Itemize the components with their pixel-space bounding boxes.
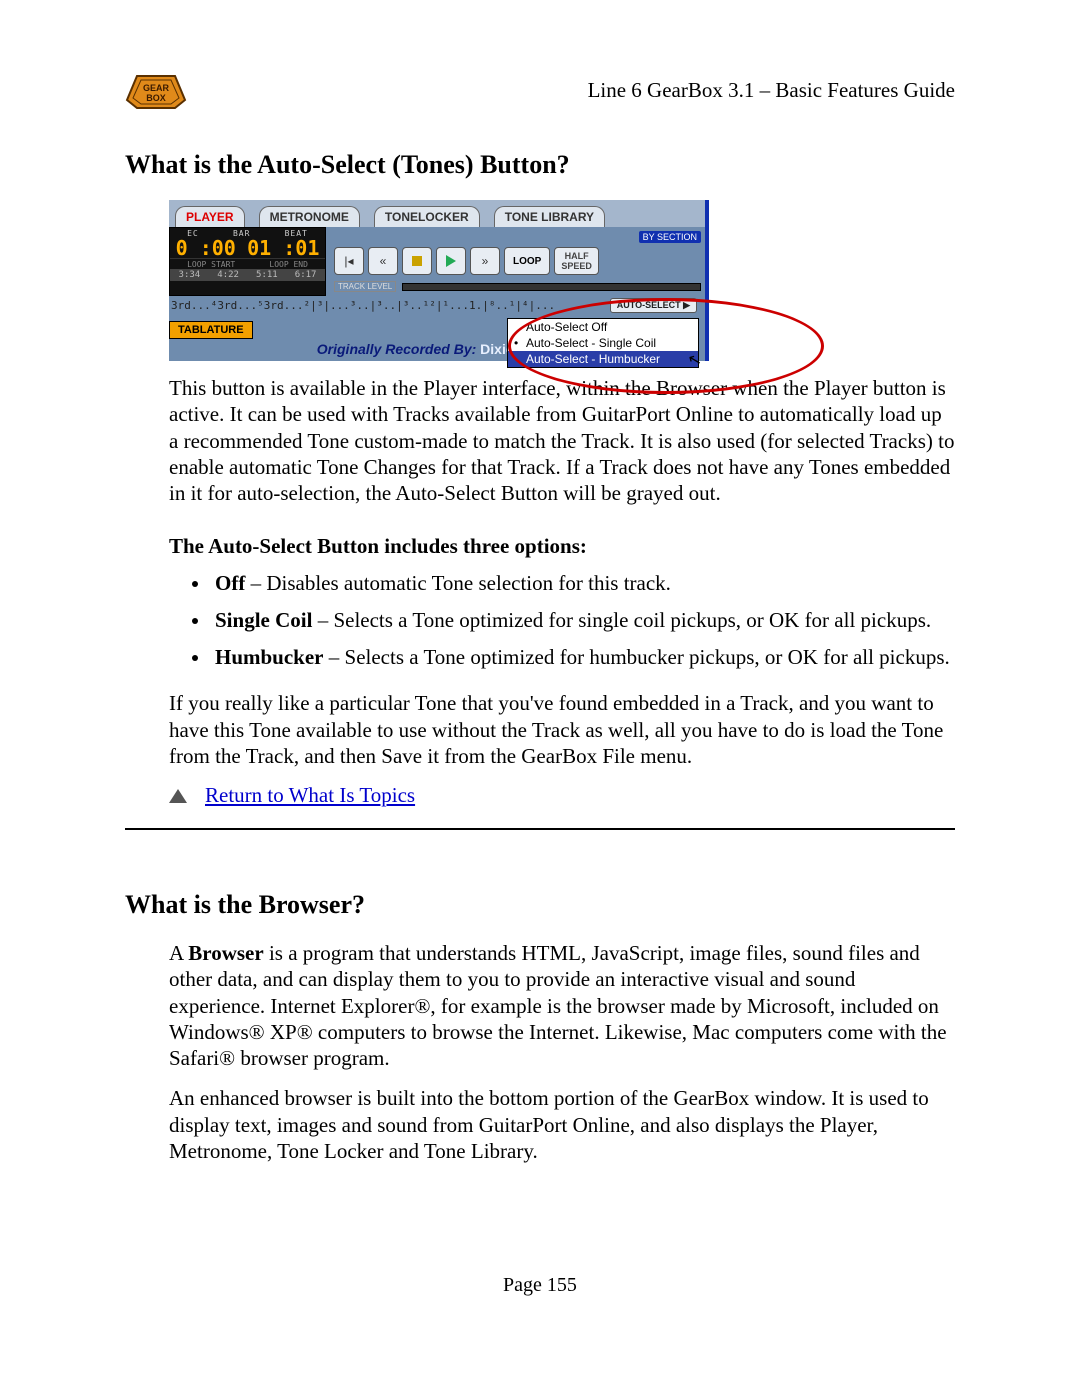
auto-select-description: This button is available in the Player i… <box>169 375 955 506</box>
auto-select-button[interactable]: AUTO-SELECT ▶ <box>610 298 697 313</box>
option-humbucker-label: Humbucker <box>215 645 324 669</box>
auto-select-menu-single-coil[interactable]: Auto-Select - Single Coil <box>508 335 698 351</box>
lcd-foot-3: 5:11 <box>256 270 278 280</box>
lcd-loop-end: LOOP END <box>269 260 308 269</box>
lcd-loop-start: LOOP START <box>187 260 235 269</box>
rewind-button[interactable]: « <box>368 247 398 275</box>
auto-select-menu[interactable]: Auto-Select Off Auto-Select - Single Coi… <box>507 318 699 368</box>
half-speed-button[interactable]: HALF SPEED <box>554 247 599 275</box>
option-single-coil-text: – Selects a Tone optimized for single co… <box>312 608 931 632</box>
lcd-foot-2: 4:22 <box>217 270 239 280</box>
option-off-label: Off <box>215 571 245 595</box>
play-button[interactable] <box>436 247 466 275</box>
skip-start-button[interactable]: |◂ <box>334 247 364 275</box>
by-section-toggle[interactable]: BY SECTION <box>639 231 701 243</box>
stop-button[interactable] <box>402 247 432 275</box>
tab-player[interactable]: PLAYER <box>175 206 245 227</box>
track-level-slider[interactable] <box>402 283 701 291</box>
tab-metronome[interactable]: METRONOME <box>259 206 360 227</box>
section-heading-browser: What is the Browser? <box>125 890 955 920</box>
options-subheading: The Auto-Select Button includes three op… <box>169 534 955 559</box>
lcd-time: 0 :00 <box>176 238 236 258</box>
svg-text:BOX: BOX <box>146 93 166 103</box>
tab-tone-library[interactable]: TONE LIBRARY <box>494 206 605 227</box>
option-off-text: – Disables automatic Tone selection for … <box>245 571 671 595</box>
time-display: EC BAR BEAT 0 :00 01 :01 LOOP START LOOP… <box>169 227 326 296</box>
browser-para1-pre: A <box>169 941 188 965</box>
section-scale: 3rd...⁴3rd...⁵3rd...²|³|...³..|³..|³..¹²… <box>171 299 555 312</box>
lcd-foot-4: 6:17 <box>295 270 317 280</box>
auto-select-save-tip: If you really like a particular Tone tha… <box>169 690 955 769</box>
half-speed-line1: HALF <box>561 251 592 261</box>
orig-label: Originally Recorded By: <box>317 341 480 357</box>
track-level-label: TRACK LEVEL <box>334 281 396 292</box>
svg-text:GEAR: GEAR <box>143 83 170 93</box>
player-ui-figure: PLAYER METRONOME TONELOCKER TONE LIBRARY… <box>169 200 709 361</box>
lcd-barbeat: 01 :01 <box>247 238 319 258</box>
gearbox-logo: GEAR BOX <box>125 70 187 110</box>
auto-select-menu-humbucker[interactable]: Auto-Select - Humbucker <box>508 351 698 367</box>
half-speed-line2: SPEED <box>561 261 592 271</box>
lcd-foot-1: 3:34 <box>179 270 201 280</box>
option-single-coil: Single Coil – Selects a Tone optimized f… <box>211 608 955 633</box>
browser-para-1: A Browser is a program that understands … <box>169 940 955 1071</box>
browser-para-2: An enhanced browser is built into the bo… <box>169 1085 955 1164</box>
section-divider <box>125 828 955 830</box>
option-off: Off – Disables automatic Tone selection … <box>211 571 955 596</box>
page-number: Page 155 <box>0 1274 1080 1297</box>
fast-forward-button[interactable]: » <box>470 247 500 275</box>
return-to-topics-link[interactable]: Return to What Is Topics <box>205 783 415 808</box>
loop-button[interactable]: LOOP <box>504 247 550 275</box>
triangle-up-icon <box>169 789 187 803</box>
option-humbucker-text: – Selects a Tone optimized for humbucker… <box>324 645 950 669</box>
auto-select-menu-off[interactable]: Auto-Select Off <box>508 319 698 335</box>
tablature-button[interactable]: TABLATURE <box>169 321 253 339</box>
tab-tonelocker[interactable]: TONELOCKER <box>374 206 480 227</box>
section-heading-auto-select: What is the Auto-Select (Tones) Button? <box>125 150 955 180</box>
document-title: Line 6 GearBox 3.1 – Basic Features Guid… <box>588 78 955 103</box>
browser-para1-bold: Browser <box>188 941 263 965</box>
options-list: Off – Disables automatic Tone selection … <box>169 571 955 670</box>
option-single-coil-label: Single Coil <box>215 608 312 632</box>
browser-para1-post: is a program that understands HTML, Java… <box>169 941 947 1070</box>
option-humbucker: Humbucker – Selects a Tone optimized for… <box>211 645 955 670</box>
